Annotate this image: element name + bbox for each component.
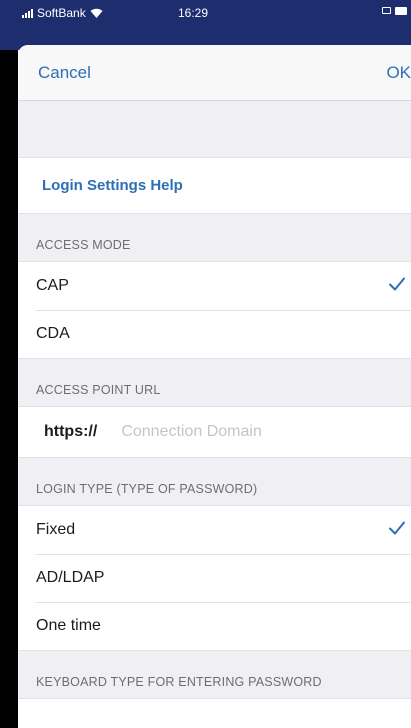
access-mode-option-cap[interactable]: CAP bbox=[18, 262, 411, 310]
carrier-name: SoftBank bbox=[37, 6, 86, 20]
option-label: AD/LDAP bbox=[36, 569, 105, 586]
background-edge bbox=[0, 50, 18, 728]
login-type-option-ad-ldap[interactable]: AD/LDAP bbox=[18, 554, 411, 602]
keyboard-type-header: KEYBOARD TYPE FOR ENTERING PASSWORD bbox=[36, 675, 322, 689]
screen-mirror-icon bbox=[382, 7, 391, 14]
wifi-icon bbox=[90, 8, 103, 18]
checkmark-icon bbox=[389, 277, 405, 291]
option-label: CDA bbox=[36, 325, 70, 342]
carrier-indicator: SoftBank bbox=[22, 6, 103, 20]
login-type-header: LOGIN TYPE (TYPE OF PASSWORD) bbox=[36, 482, 258, 496]
url-scheme-label: https:// bbox=[44, 423, 98, 440]
access-point-url-row: https:// bbox=[18, 407, 411, 457]
option-label: CAP bbox=[36, 277, 69, 294]
cancel-button[interactable]: Cancel bbox=[38, 63, 91, 83]
ok-button[interactable]: OK bbox=[386, 63, 411, 83]
login-type-option-fixed[interactable]: Fixed bbox=[18, 506, 411, 554]
login-type-option-one-time[interactable]: One time bbox=[18, 602, 411, 650]
signal-icon bbox=[22, 8, 33, 18]
status-time: 16:29 bbox=[178, 6, 209, 20]
option-label: Fixed bbox=[36, 521, 76, 538]
access-point-url-header: ACCESS POINT URL bbox=[36, 383, 161, 397]
option-label: One time bbox=[36, 617, 101, 634]
access-mode-option-cda[interactable]: CDA bbox=[18, 310, 411, 358]
access-mode-header: ACCESS MODE bbox=[36, 238, 131, 252]
checkmark-icon bbox=[389, 521, 405, 535]
status-bar: SoftBank 16:29 bbox=[0, 0, 411, 50]
keyboard-type-group bbox=[18, 698, 411, 728]
connection-domain-input[interactable] bbox=[121, 423, 342, 441]
battery-icon bbox=[395, 7, 407, 15]
login-settings-sheet: Cancel OK Login Settings Help ACCESS MOD… bbox=[18, 45, 411, 728]
login-type-group: Fixed AD/LDAP One time bbox=[18, 505, 411, 651]
access-mode-group: CAP CDA bbox=[18, 261, 411, 359]
login-settings-help-link[interactable]: Login Settings Help bbox=[18, 157, 411, 214]
nav-bar: Cancel OK bbox=[18, 45, 411, 101]
access-point-url-group: https:// bbox=[18, 406, 411, 458]
